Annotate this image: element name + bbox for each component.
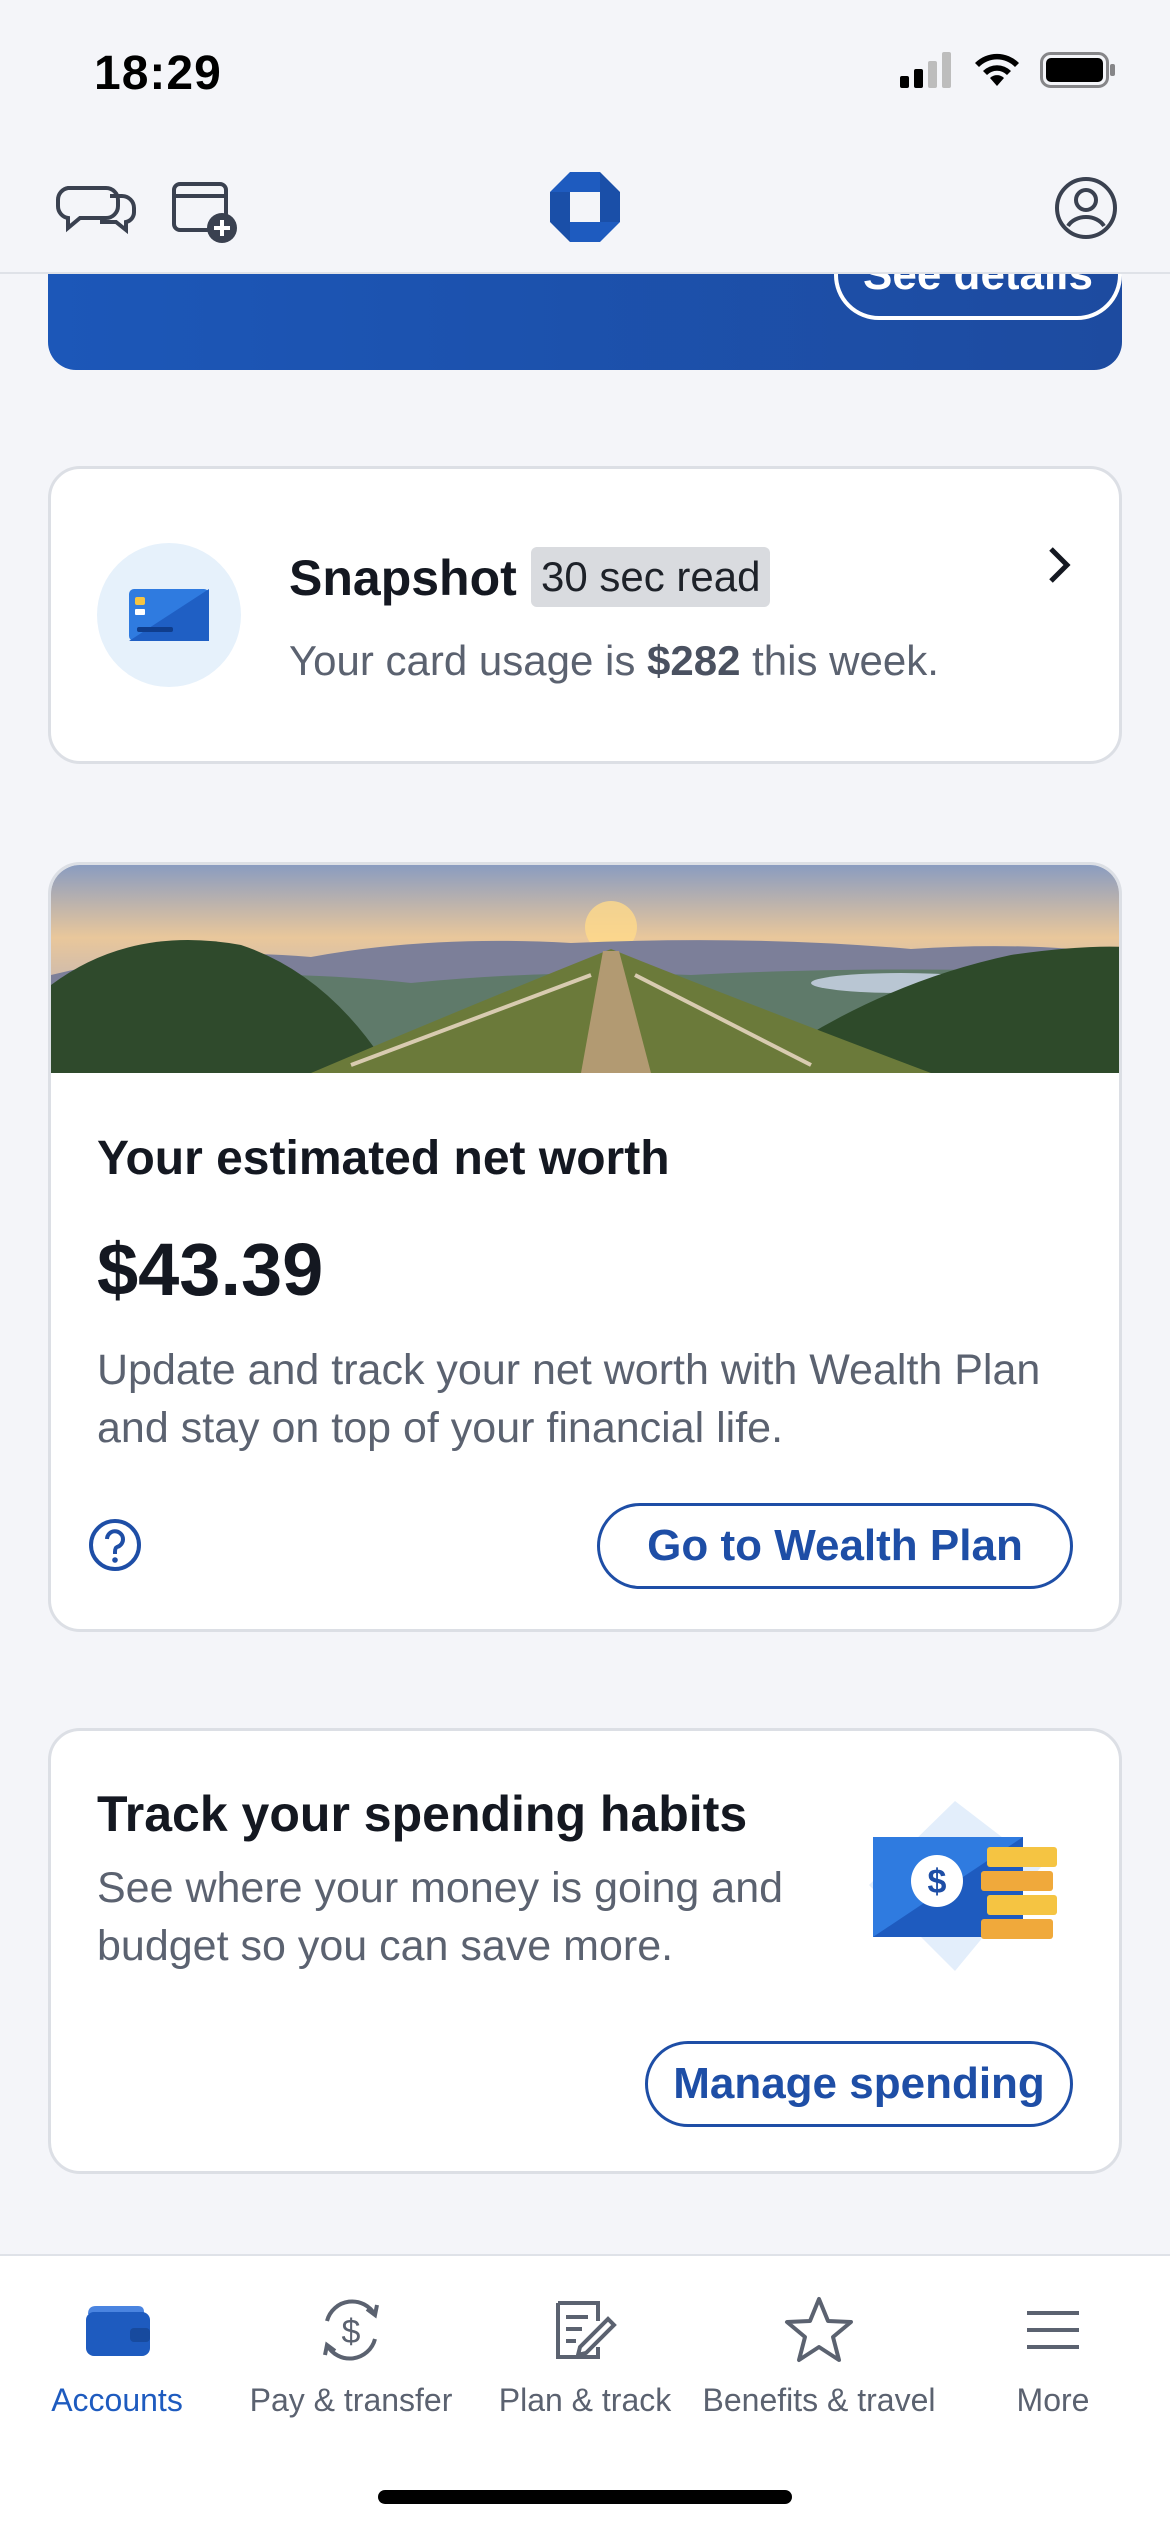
tab-label-more: More: [1016, 2382, 1090, 2418]
snapshot-text-prefix: Your card usage is: [289, 637, 648, 684]
tab-label-accounts: Accounts: [51, 2382, 183, 2418]
money-illustration-icon: $: [869, 1801, 1057, 1971]
credit-card-icon: [129, 589, 209, 641]
plan-track-icon: [556, 2301, 617, 2359]
menu-icon: [1027, 2311, 1079, 2349]
profile-icon[interactable]: [1054, 176, 1118, 240]
tab-plan-track[interactable]: Plan & track: [468, 2290, 702, 2419]
wallet-icon: [86, 2306, 150, 2356]
pay-transfer-icon: $: [323, 2299, 379, 2361]
card-usage-amount: $282: [647, 637, 741, 684]
spending-card: Track your spending habits See where you…: [48, 1728, 1122, 2174]
home-indicator[interactable]: [378, 2490, 792, 2504]
tab-accounts[interactable]: Accounts: [0, 2290, 234, 2419]
tab-more[interactable]: More: [936, 2290, 1170, 2419]
help-icon[interactable]: [87, 1517, 143, 1573]
status-time: 18:29: [94, 47, 222, 100]
read-time-badge: 30 sec read: [531, 547, 771, 607]
go-to-wealth-plan-button[interactable]: Go to Wealth Plan: [597, 1503, 1073, 1589]
chevron-right-icon[interactable]: [1045, 543, 1075, 587]
tab-label-benefits-travel: Benefits & travel: [702, 2382, 936, 2418]
nav-header: [0, 150, 1170, 274]
card-usage-avatar: [97, 543, 241, 687]
snapshot-text-suffix: this week.: [740, 637, 939, 684]
add-card-icon[interactable]: [170, 174, 242, 246]
snapshot-title: Snapshot: [289, 550, 517, 606]
star-icon: [785, 2297, 853, 2362]
tab-label-pay-transfer: Pay & transfer: [249, 2382, 453, 2418]
status-icons: [900, 52, 1116, 88]
cellular-signal-icon: [900, 52, 951, 88]
net-worth-card: Your estimated net worth $43.39 Update a…: [48, 862, 1122, 1632]
manage-spending-button[interactable]: Manage spending: [645, 2041, 1073, 2127]
chase-logo: [550, 172, 620, 242]
tab-label-plan-track: Plan & track: [498, 2382, 672, 2418]
chat-icon[interactable]: [54, 178, 138, 238]
net-worth-value: $43.39: [97, 1228, 324, 1311]
snapshot-text: Your card usage is $282 this week.: [289, 637, 939, 685]
landscape-hero-image: [51, 865, 1119, 1073]
tab-pay-transfer[interactable]: $ Pay & transfer: [234, 2290, 468, 2419]
status-bar: 18:29: [0, 0, 1170, 150]
wifi-icon: [975, 53, 1019, 86]
snapshot-card[interactable]: Snapshot 30 sec read Your card usage is …: [48, 466, 1122, 764]
spending-title: Track your spending habits: [97, 1786, 748, 1842]
net-worth-description: Update and track your net worth with Wea…: [97, 1346, 1041, 1452]
spending-description: See where your money is going and budget…: [97, 1864, 784, 1970]
svg-text:$: $: [928, 1863, 947, 1901]
svg-text:$: $: [342, 2313, 361, 2351]
net-worth-title: Your estimated net worth: [97, 1132, 670, 1185]
tab-benefits-travel[interactable]: Benefits & travel: [702, 2290, 936, 2419]
battery-icon: [1040, 52, 1115, 88]
